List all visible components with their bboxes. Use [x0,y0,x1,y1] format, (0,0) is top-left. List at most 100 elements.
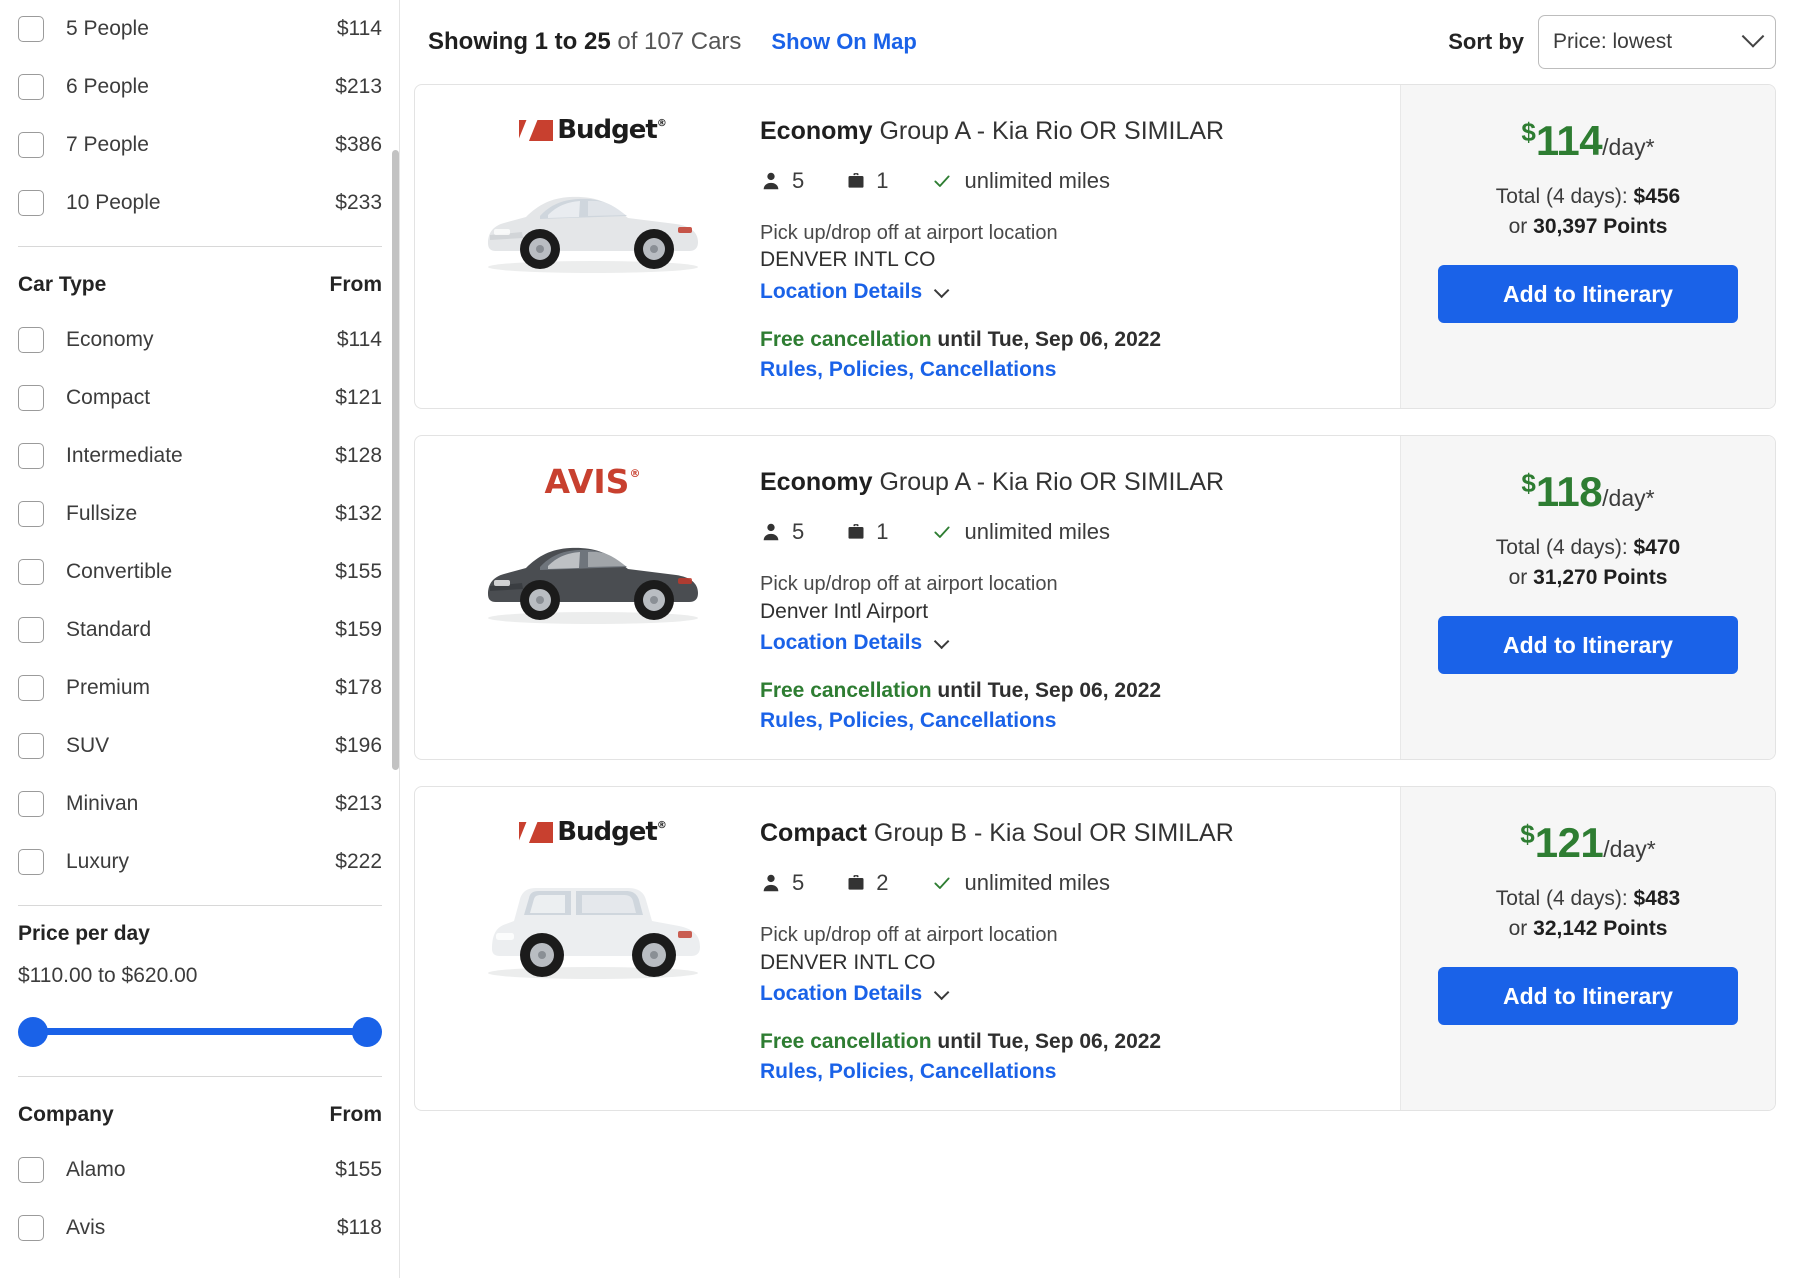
filter-price: $213 [335,792,382,815]
company-section-header: Company From [16,1089,384,1141]
cancellation-policy: Free cancellation until Tue, Sep 06, 202… [760,328,1382,352]
checkbox-car-type[interactable] [18,385,44,411]
filter-row-car-type[interactable]: Economy $114 [16,311,384,369]
add-to-itinerary-button[interactable]: Add to Itinerary [1438,616,1738,675]
location-details-link[interactable]: Location Details [760,982,950,1006]
checkbox-car-type[interactable] [18,443,44,469]
vendor-logo: Budget® [519,113,667,147]
checkbox-car-type[interactable] [18,675,44,701]
price-range-text: $110.00 to $620.00 [18,964,198,987]
checkbox-people[interactable] [18,74,44,100]
location-details-link[interactable]: Location Details [760,280,950,304]
card-price-column: $118/day* Total (4 days): $470 or 31,270 P… [1400,436,1775,760]
pickup-note: Pick up/drop off at airport location [760,222,1058,244]
card-vendor-column: Budget® [415,85,760,408]
filter-row-people[interactable]: 5 People $114 [16,0,384,58]
filter-price: $159 [335,618,382,641]
car-results-list: Budget® Economy Group A - Kia Rio OR SIMI… [414,84,1776,1112]
vendor-logo: Budget® [519,815,667,849]
checkbox-car-type[interactable] [18,559,44,585]
filter-label: Convertible [66,560,173,583]
filter-row-people[interactable]: 6 People $213 [16,58,384,116]
price-amount: 114 [1535,117,1603,164]
car-search-results-page: 5 People $114 6 People $213 7 People $386 10 P… [0,0,1796,1278]
filter-price: $121 [335,386,382,409]
passenger-capacity: 5 [760,870,804,896]
results-count: Showing 1 to 25 of 107 Cars [428,28,741,56]
price-currency: $ [1521,117,1536,147]
checkbox-people[interactable] [18,190,44,216]
filter-row-car-type[interactable]: Intermediate $128 [16,427,384,485]
rules-policies-link[interactable]: Rules, Policies, Cancellations [760,1060,1382,1084]
car-type-filter-group: Economy $114 Compact $121 Intermediate $128 Fu… [16,311,384,891]
divider [18,246,382,247]
points-prefix: or [1508,566,1534,590]
checkbox-car-type[interactable] [18,501,44,527]
checkbox-car-type[interactable] [18,733,44,759]
checkbox-car-type[interactable] [18,849,44,875]
filter-row-people[interactable]: 7 People $386 [16,116,384,174]
price-currency: $ [1521,468,1536,499]
filter-price: $114 [336,17,382,40]
card-vendor-column: AVIS® [415,436,760,759]
checkbox-car-type[interactable] [18,617,44,643]
price-per-day-title: Price per day [18,922,150,945]
filter-row-company[interactable]: Avis $118 [16,1199,384,1257]
add-to-itinerary-button[interactable]: Add to Itinerary [1438,265,1738,323]
price-period: /day* [1602,134,1655,160]
scrollbar-thumb[interactable] [392,150,399,770]
cancellation-policy: Free cancellation until Tue, Sep 06, 202… [760,1030,1382,1054]
add-to-itinerary-button[interactable]: Add to Itinerary [1438,967,1738,1026]
filter-row-car-type[interactable]: Compact $121 [16,369,384,427]
location-details-link[interactable]: Location Details [760,631,950,655]
card-details-column: Economy Group A - Kia Rio OR SIMILAR 5 1 un… [760,436,1400,759]
filter-row-people[interactable]: 10 People $233 [16,174,384,232]
filter-label: Standard [66,618,152,641]
slider-handle-max[interactable] [352,1017,382,1047]
checkbox-car-type[interactable] [18,791,44,817]
checkbox-people[interactable] [18,16,44,42]
points-prefix: or [1508,917,1534,941]
location-details-label: Location Details [760,280,923,304]
card-price-column: $114/day* Total (4 days): $456 or 30,397 P… [1400,85,1775,409]
checkbox-car-type[interactable] [18,327,44,353]
card-details-column: Economy Group A - Kia Rio OR SIMILAR 5 1 un… [760,85,1400,408]
filter-row-car-type[interactable]: Minivan $213 [16,775,384,833]
filter-row-car-type[interactable]: Premium $178 [16,659,384,717]
bag-capacity: 1 [846,168,889,194]
mileage-info: unlimited miles [931,168,1110,194]
sidebar-scrollbar[interactable] [391,0,400,1278]
bag-count: 1 [876,519,889,545]
slider-track[interactable] [32,1028,368,1035]
free-cancellation-label: Free cancellation [760,328,932,352]
car-class-name: Economy [760,468,873,497]
sort-select[interactable]: Price: lowest [1538,15,1776,69]
filter-row-car-type[interactable]: Fullsize $132 [16,485,384,543]
checkbox-company[interactable] [18,1157,44,1183]
checkbox-people[interactable] [18,132,44,158]
price-range-slider[interactable] [18,1006,382,1062]
daily-price: $118/day* [1427,468,1749,516]
vendor-logo: AVIS® [545,462,641,501]
car-class-name: Economy [760,117,873,145]
rules-policies-link[interactable]: Rules, Policies, Cancellations [760,709,1382,733]
filter-label: SUV [66,734,110,757]
filter-price: $386 [335,133,382,156]
filter-label: 7 People [66,133,149,156]
slider-handle-min[interactable] [18,1017,48,1047]
mileage-label: unlimited miles [964,519,1111,545]
filter-row-company[interactable]: Alamo $155 [16,1141,384,1199]
price-amount: 121 [1534,819,1604,867]
filter-row-car-type[interactable]: Luxury $222 [16,833,384,891]
filter-row-car-type[interactable]: Convertible $155 [16,543,384,601]
filter-row-car-type[interactable]: SUV $196 [16,717,384,775]
show-on-map-link[interactable]: Show On Map [771,29,916,55]
car-image [478,871,708,988]
filter-row-car-type[interactable]: Standard $159 [16,601,384,659]
rules-policies-link[interactable]: Rules, Policies, Cancellations [760,358,1382,382]
checkbox-company[interactable] [18,1215,44,1241]
results-toolbar: Showing 1 to 25 of 107 Cars Show On Map … [414,0,1776,84]
budget-logo-text: Budget® [519,817,667,847]
car-class-description: Group A - Kia Rio OR SIMILAR [872,117,1225,145]
people-filter-group: 5 People $114 6 People $213 7 People $386 10 P… [16,0,384,232]
